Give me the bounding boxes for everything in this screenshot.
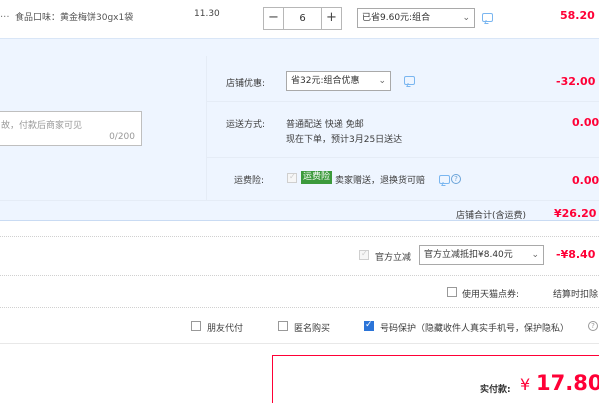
message-counter: 0/200 [109,132,135,142]
quantity-input[interactable]: 6 [284,8,321,29]
insurance-amount: 0.00 [572,174,599,187]
official-discount-checkbox [359,249,369,260]
shop-discount-select[interactable]: 省32元:组合优惠 ⌄ [286,71,391,91]
quantity-stepper[interactable]: − 6 + [263,7,342,30]
divider [0,343,599,344]
points-note: 结算时扣除 [553,290,599,300]
divider [0,275,599,276]
item-promo-value: 已省9.60元:组合 [362,13,431,23]
official-discount-select[interactable]: 官方立减抵扣¥8.40元 ⌄ [419,245,544,265]
shop-discount-value: 省32元:组合优惠 [291,76,360,86]
divider [0,236,599,237]
payment-summary-box: 实付款: ¥ 17.80 [272,355,599,403]
shipping-label: 运送方式: [226,120,266,130]
privacy-label: 号码保护（隐藏收件人真实手机号，保护隐私） [380,324,570,334]
chevron-down-icon: ⌄ [531,250,539,260]
insurance-badge: 运费险 [301,171,333,184]
points-checkbox[interactable] [447,287,457,297]
anonymous-checkbox[interactable] [278,321,288,331]
panel-bottom-border [0,220,599,221]
chevron-down-icon: ⌄ [462,13,470,23]
official-discount-label: 官方立减 [375,253,412,263]
shipping-method: 普通配送 快递 免邮 [286,120,364,130]
product-spec: 食品口味：黄金梅饼30gx1袋 [15,13,134,23]
chat-bubble-icon[interactable] [439,175,450,184]
chat-bubble-icon[interactable] [482,13,493,22]
message-placeholder: 故，付款后商家可见 [1,121,83,131]
privacy-checkbox[interactable] [364,320,374,331]
item-promo-select[interactable]: 已省9.60元:组合 ⌄ [357,8,475,28]
chat-bubble-icon[interactable] [404,76,415,85]
shop-discount-amount: -32.00 [556,75,596,88]
question-circle-icon[interactable]: ? [451,174,461,184]
row-divider [0,200,599,201]
ellipsis-text: ... [0,9,10,20]
shipping-eta: 现在下单，预计3月25日送达 [286,135,403,145]
row-divider [207,157,599,158]
friend-pay-label: 朋友代付 [207,324,244,334]
chevron-down-icon: ⌄ [378,76,386,86]
insurance-checkbox [287,172,297,183]
decrease-button[interactable]: − [264,8,284,29]
anonymous-label: 匿名购买 [294,324,331,334]
currency-symbol: ¥ [520,375,531,394]
shipping-amount: 0.00 [572,116,599,129]
friend-pay-checkbox[interactable] [191,321,201,331]
panel-divider [206,56,207,201]
divider [0,307,599,308]
seller-message-input[interactable]: 故，付款后商家可见 0/200 [0,111,142,146]
payment-amount: 17.80 [536,371,599,395]
official-discount-value: 官方立减抵扣¥8.40元 [424,250,513,260]
row-divider [207,101,599,102]
payment-label: 实付款: [480,385,511,395]
insurance-label: 运费险: [234,176,265,186]
official-discount-amount: -¥8.40 [556,248,596,261]
item-subtotal: 58.20 [560,9,595,22]
shop-discount-label: 店铺优惠: [226,79,266,89]
unit-price: 11.30 [194,9,220,19]
insurance-text: 卖家赠送，退换货可赔 [335,176,426,186]
shop-total-value: ¥26.20 [554,207,597,220]
question-circle-icon[interactable]: ? [588,321,598,331]
increase-button[interactable]: + [321,8,341,29]
points-label: 使用天猫点券: [462,290,520,300]
